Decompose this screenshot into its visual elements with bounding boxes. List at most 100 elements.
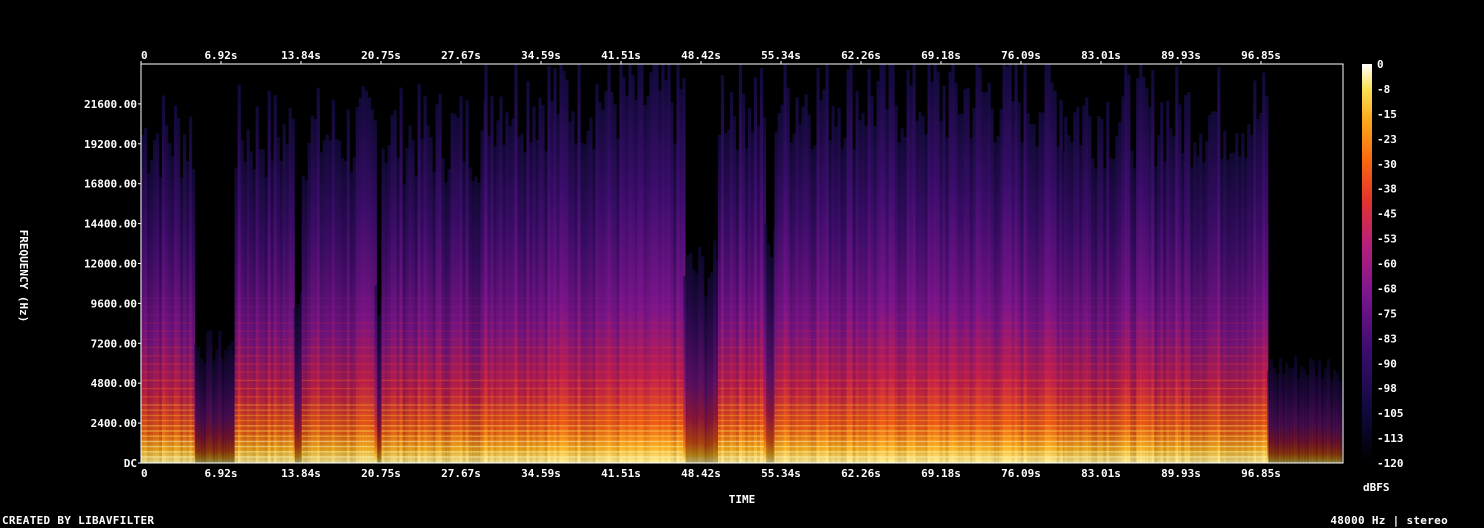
spectrogram-column xyxy=(447,169,451,463)
spectrogram-column xyxy=(586,131,590,463)
spectrogram-column xyxy=(843,137,847,463)
x-axis-top: 0 6.92s 13.84s 20.75s 27.67s 34.59s 41.51s 48.4… xyxy=(140,49,1281,64)
spectrogram-column xyxy=(942,85,946,463)
spectrogram-column xyxy=(670,102,674,463)
y-tick-label: 2400.00 xyxy=(91,417,137,430)
spectrogram-column xyxy=(1097,116,1101,463)
spectrogram-column xyxy=(523,152,527,463)
spectrogram-column xyxy=(490,96,494,463)
spectrogram-column xyxy=(798,123,802,463)
x-tick-label-top: 27.67s xyxy=(441,49,481,62)
spectrogram-column xyxy=(189,116,193,463)
spectrogram-column xyxy=(1285,362,1289,463)
x-tick-label-bottom: 13.84s xyxy=(281,467,321,480)
spectrogram-column xyxy=(1151,70,1155,463)
spectrogram-column xyxy=(846,69,850,463)
spectrogram-column xyxy=(517,136,521,463)
x-tick-label-top: 62.26s xyxy=(841,49,881,62)
y-axis: DC 2400.00 4800.00 7200.00 9600.00 12000.00 14… xyxy=(84,98,141,470)
spectrogram-column xyxy=(541,105,545,463)
spectrogram-column xyxy=(1172,136,1176,463)
spectrogram-column xyxy=(1181,153,1185,463)
spectrogram-column xyxy=(218,330,222,463)
colorbar-tick-label: -53 xyxy=(1377,233,1397,246)
colorbar-tick-label: -23 xyxy=(1377,133,1397,146)
spectrogram-column xyxy=(819,100,823,463)
spectrogram-column xyxy=(1232,152,1236,463)
spectrogram-column xyxy=(267,90,271,463)
spectrogram-column xyxy=(1226,159,1230,463)
spectrogram-column xyxy=(331,99,335,463)
spectrogram-column xyxy=(855,91,859,463)
spectrogram-column xyxy=(1082,105,1086,463)
spectrogram-column xyxy=(1267,370,1271,463)
spectrogram-column xyxy=(1103,168,1107,463)
spectrogram-column xyxy=(867,68,871,463)
spectrogram-column xyxy=(975,64,979,463)
spectrogram-column xyxy=(171,156,175,463)
spectrogram-column xyxy=(508,126,512,463)
spectrogram-column xyxy=(954,82,958,463)
spectrogram-column xyxy=(162,95,166,463)
spectrogram-column xyxy=(707,277,711,463)
spectrogram-column xyxy=(613,104,617,463)
spectrogram-chart: 0 6.92s 13.84s 20.75s 27.67s 34.59s 41.51s 48.4… xyxy=(17,49,1404,506)
spectrogram-column xyxy=(1094,168,1098,463)
spectrogram-column xyxy=(230,340,234,463)
spectrogram-column xyxy=(595,83,599,463)
spectrogram-column xyxy=(532,106,536,463)
spectrogram-column xyxy=(969,138,973,463)
spectrogram-column xyxy=(432,172,436,463)
spectrogram-column xyxy=(1244,157,1248,463)
spectrogram-column xyxy=(487,135,491,463)
spectrogram-column xyxy=(456,117,460,463)
colorbar-tick-label: -8 xyxy=(1377,83,1390,96)
spectrogram-column xyxy=(1303,368,1307,463)
spectrogram-column xyxy=(1014,64,1018,463)
spectrogram-column xyxy=(377,314,381,463)
spectrogram-column xyxy=(364,90,368,463)
spectrogram-column xyxy=(319,151,323,463)
spectrogram-column xyxy=(417,84,421,463)
spectrogram-column xyxy=(227,345,231,463)
spectrogram-column xyxy=(698,246,702,463)
spectrogram-column xyxy=(177,118,181,463)
spectrogram-column xyxy=(337,140,341,463)
spectrogram-column xyxy=(640,64,644,463)
spectrogram-column xyxy=(153,139,157,463)
spectrogram-column xyxy=(1017,102,1021,463)
spectrogram-column xyxy=(1315,375,1319,463)
spectrogram-column xyxy=(676,64,680,463)
spectrogram-column xyxy=(1044,64,1048,463)
colorbar-tick-label: -90 xyxy=(1377,357,1397,370)
spectrogram-column xyxy=(686,254,690,463)
y-tick-label: 12000.00 xyxy=(84,258,137,271)
spectrogram-column xyxy=(1223,130,1227,463)
spectrogram-column xyxy=(1145,87,1149,463)
spectrogram-column xyxy=(374,285,378,463)
x-tick-label-bottom: 6.92s xyxy=(204,467,237,480)
spectrogram-column xyxy=(361,86,365,463)
spectrogram-column xyxy=(340,158,344,463)
x-tick-label-top: 13.84s xyxy=(281,49,321,62)
spectrogram-column xyxy=(679,89,683,463)
spectrogram-column xyxy=(144,127,148,463)
spectrogram-column xyxy=(553,68,557,463)
spectrogram-column xyxy=(598,102,602,463)
spectrogram-column xyxy=(559,64,563,463)
spectrogram-column xyxy=(577,64,581,463)
spectrogram-column xyxy=(661,64,665,463)
spectrogram-column xyxy=(396,157,400,463)
spectrogram-column xyxy=(909,85,913,463)
y-tick-label: 21600.00 xyxy=(84,98,137,111)
spectrogram-column xyxy=(399,87,403,463)
spectrogram-column xyxy=(825,64,829,463)
spectrogram-column xyxy=(367,97,371,463)
colorbar-tick-label: 0 xyxy=(1377,58,1384,71)
spectrogram-column xyxy=(1121,96,1125,463)
spectrogram-column xyxy=(1160,102,1164,463)
spectrogram-column xyxy=(963,88,967,463)
y-tick-label: 14400.00 xyxy=(84,218,137,231)
spectrogram-column xyxy=(1294,355,1298,463)
spectrogram-column xyxy=(695,272,699,463)
